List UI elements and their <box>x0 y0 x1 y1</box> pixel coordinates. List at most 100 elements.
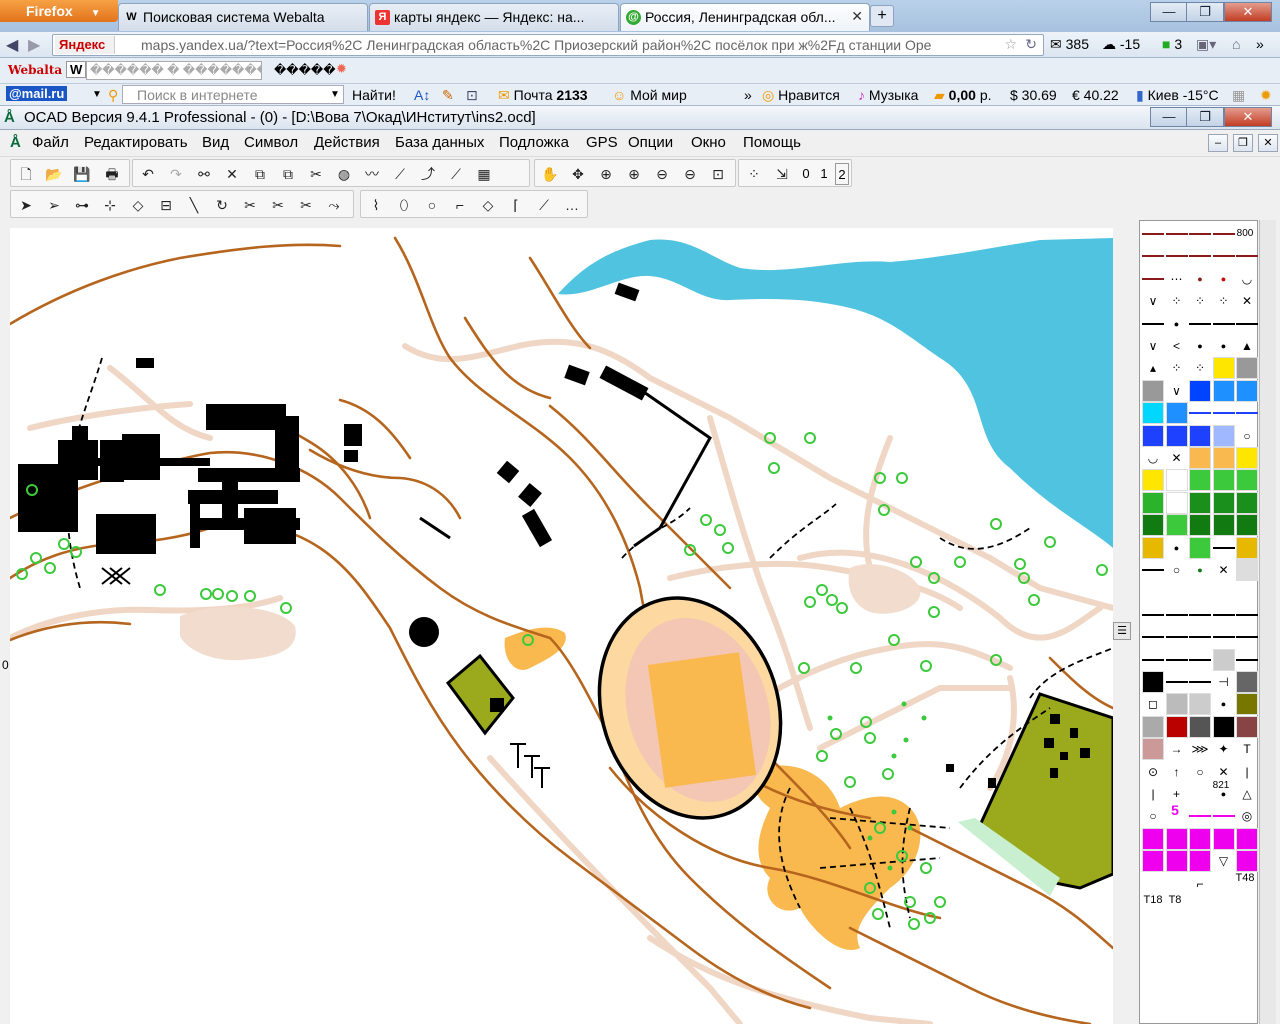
select-hollow-arrow-icon[interactable]: ➢ <box>43 194 65 216</box>
zoom-box-icon[interactable]: ⊕ <box>623 163 645 185</box>
toolbar-gear-icon[interactable]: ✹ <box>1260 87 1272 104</box>
toolbar-settings-icon[interactable]: ▦ <box>1232 87 1245 104</box>
symbol-5[interactable]: 5 <box>1164 799 1186 821</box>
line-symbol-icon[interactable] <box>1165 671 1188 693</box>
symbol-glyph-icon[interactable]: ○ <box>1236 425 1258 447</box>
back-icon[interactable]: ◀ <box>6 35 18 55</box>
eur-rate[interactable]: € 40.22 <box>1072 87 1119 103</box>
copy-object-icon[interactable]: ⧉ <box>249 163 271 185</box>
symbol-t48[interactable]: T48 <box>1234 867 1256 889</box>
point-symbol-icon[interactable]: ● <box>1189 268 1211 290</box>
symbol-t8[interactable]: T8 <box>1164 889 1186 911</box>
doc-restore-button[interactable]: ❐ <box>1233 134 1253 152</box>
site-identity[interactable]: Яндекс <box>55 36 115 54</box>
more-tools-icon[interactable]: … <box>561 194 583 216</box>
menu-file[interactable]: Файл <box>32 134 69 151</box>
numeric-mode-icon[interactable]: ⟋ <box>533 194 555 216</box>
symbol-glyph-icon[interactable]: ✕ <box>1166 447 1188 469</box>
area-symbol-icon[interactable] <box>1142 827 1164 850</box>
line-symbol-icon[interactable] <box>1236 626 1258 649</box>
zoom-fit-icon[interactable]: ⊡ <box>707 163 729 185</box>
area-symbol-icon[interactable] <box>1236 536 1258 559</box>
add-corner-icon[interactable]: ⊹ <box>99 194 121 216</box>
symbol-scrollbar[interactable] <box>1259 220 1276 1024</box>
maximize-button[interactable]: ❐ <box>1186 2 1224 22</box>
area-symbol-icon[interactable] <box>1189 715 1211 738</box>
line-symbol-icon[interactable] <box>1236 603 1258 626</box>
area-symbol-icon[interactable] <box>1142 536 1164 559</box>
menu-window[interactable]: Окно <box>691 134 726 151</box>
cut-hole-icon[interactable]: ✂ <box>295 194 317 216</box>
zoom-previous-icon[interactable]: ⊖ <box>679 163 701 185</box>
sun-icon[interactable]: ✹ <box>336 61 347 77</box>
area-symbol-icon[interactable] <box>1165 693 1188 716</box>
move-icon[interactable]: ✥ <box>567 163 589 185</box>
save-icon[interactable]: 💾 <box>71 163 93 185</box>
symbol-glyph-icon[interactable]: T <box>1236 738 1258 760</box>
rectangle-mode-icon[interactable]: ⌐ <box>449 194 471 216</box>
circle-mode-icon[interactable]: ○ <box>421 194 443 216</box>
area-symbol-icon[interactable] <box>1212 379 1235 402</box>
music-button[interactable]: ♪ Музыка <box>858 87 918 103</box>
symbol-glyph-icon[interactable]: ⌐ <box>1189 873 1211 895</box>
area-symbol-icon[interactable] <box>1165 850 1188 873</box>
menu-help[interactable]: Помощь <box>743 134 801 151</box>
line-symbol-icon[interactable] <box>1142 559 1164 581</box>
area-symbol-icon[interactable] <box>1165 827 1188 850</box>
line-symbol-icon[interactable] <box>1189 671 1211 693</box>
line-symbol-icon[interactable] <box>1165 626 1188 649</box>
area-symbol-icon[interactable] <box>1142 469 1164 492</box>
cut-object-icon[interactable]: ✂ <box>239 194 261 216</box>
area-symbol-icon[interactable] <box>1212 424 1235 447</box>
symbol-glyph-icon[interactable]: ▲ <box>1236 335 1258 357</box>
addon-icon[interactable]: ▣▾ <box>1196 36 1216 53</box>
line-symbol-icon[interactable] <box>1142 312 1164 335</box>
symbol-glyph-icon[interactable]: ○ <box>1142 805 1164 827</box>
line-symbol-icon[interactable] <box>1189 402 1211 425</box>
firefox-menu-button[interactable]: Firefox ▼ <box>0 0 118 22</box>
select-arrow-icon[interactable]: ➤ <box>15 194 37 216</box>
area-symbol-icon[interactable] <box>1212 827 1235 850</box>
symbol-glyph-icon[interactable]: ⁘ <box>1166 290 1188 312</box>
area-symbol-icon[interactable] <box>1236 447 1258 469</box>
search-engine-icon[interactable]: ⚲ <box>108 87 118 104</box>
rotate-icon[interactable]: ↻ <box>211 194 233 216</box>
cut-icon[interactable]: ✂ <box>305 163 327 185</box>
area-symbol-icon[interactable] <box>1236 715 1258 738</box>
symbol-glyph-icon[interactable]: ⋙ <box>1189 738 1211 760</box>
likes-button[interactable]: ◎ Нравится <box>762 87 840 104</box>
line-symbol-icon[interactable] <box>1142 245 1164 268</box>
chevron-down-icon[interactable]: ▼ <box>330 89 340 100</box>
screenshot-icon[interactable]: ⊡ <box>466 87 478 104</box>
area-symbol-icon[interactable] <box>1236 357 1258 380</box>
area-symbol-icon[interactable] <box>1165 469 1188 492</box>
symbol-glyph-icon[interactable]: ⋯ <box>1166 268 1188 290</box>
symbol-glyph-icon[interactable]: ⁘ <box>1213 290 1235 312</box>
line-symbol-icon[interactable] <box>1165 603 1188 626</box>
align-icon[interactable]: ⇲ <box>771 163 793 185</box>
area-symbol-icon[interactable] <box>1189 514 1211 537</box>
area-symbol-icon[interactable] <box>1142 379 1164 402</box>
line-symbol-icon[interactable] <box>1212 245 1235 268</box>
minimize-button[interactable]: — <box>1150 2 1188 22</box>
orienteering-map[interactable] <box>10 228 1113 1024</box>
chevron-down-icon[interactable]: ▼ <box>92 89 102 100</box>
ocad-doc-icon[interactable]: Å <box>10 134 21 151</box>
undo-icon[interactable]: ↶ <box>137 163 159 185</box>
delete-icon[interactable]: ✕ <box>221 163 243 185</box>
symbol-glyph-icon[interactable]: < <box>1166 335 1188 357</box>
menu-actions[interactable]: Действия <box>314 134 380 151</box>
webalta-logo[interactable]: Webalta <box>8 63 62 77</box>
line-symbol-icon[interactable] <box>1212 626 1235 649</box>
symbol-glyph-icon[interactable]: ◡ <box>1236 268 1258 290</box>
url-bar[interactable]: Яндекс maps.yandex.ua/?text=Россия%2C Ле… <box>52 34 1044 56</box>
reshape-icon[interactable]: ⟋ <box>389 163 411 185</box>
forward-icon[interactable]: ▶ <box>28 35 40 55</box>
layer-1-button[interactable]: 1 <box>817 163 831 185</box>
area-symbol-icon[interactable] <box>1189 469 1211 492</box>
mail-counter[interactable]: ✉ 385 <box>1050 36 1089 53</box>
line-symbol-icon[interactable] <box>1189 245 1211 268</box>
home-icon[interactable]: ⌂ <box>1232 36 1240 52</box>
area-symbol-icon[interactable] <box>1236 514 1258 537</box>
area-symbol-icon[interactable] <box>1212 469 1235 492</box>
